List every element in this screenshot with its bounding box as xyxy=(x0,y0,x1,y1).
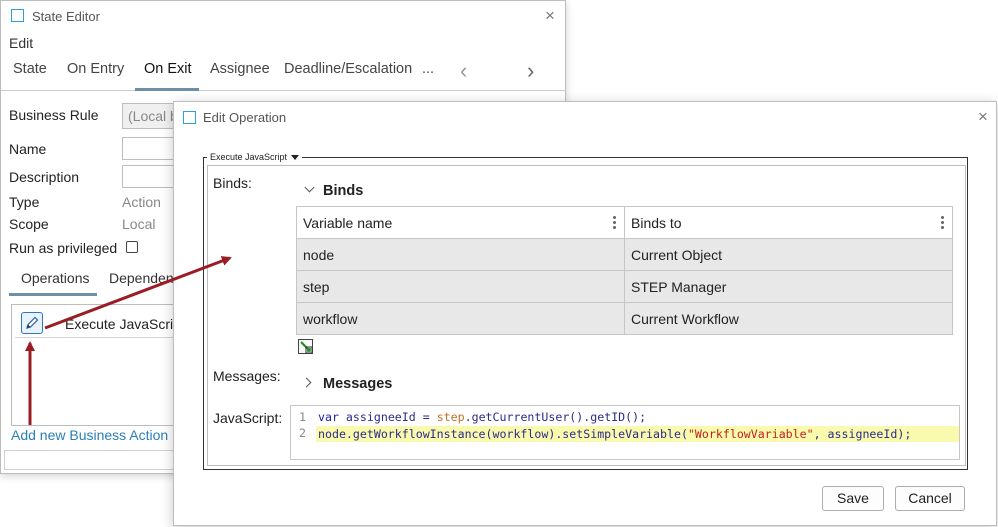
code-call: node.getWorkflowInstance(workflow).setSi… xyxy=(318,427,688,441)
binds-to-cell[interactable]: Current Workflow xyxy=(624,302,953,335)
chevron-left-icon[interactable]: ‹ xyxy=(460,60,467,82)
run-as-privileged-checkbox[interactable] xyxy=(126,241,138,253)
subtab-dependencies[interactable]: Dependen xyxy=(109,270,174,286)
subtab-operations[interactable]: Operations xyxy=(21,270,89,286)
tab-more[interactable]: ... xyxy=(422,61,434,77)
tab-deadline-escalation[interactable]: Deadline/Escalation xyxy=(284,61,412,77)
tab-bar: State On Entry On Exit Assignee Deadline… xyxy=(1,53,566,91)
window-title: State Editor xyxy=(32,9,100,24)
code-line-highlighted[interactable]: node.getWorkflowInstance(workflow).setSi… xyxy=(316,426,959,442)
javascript-editor[interactable]: 1 2 var assigneeId = step.getCurrentUser… xyxy=(290,405,960,460)
name-label: Name xyxy=(9,141,47,157)
caret-down-icon xyxy=(291,155,300,161)
pencil-icon xyxy=(26,316,39,329)
business-rule-label: Business Rule xyxy=(9,107,99,123)
edit-operation-button[interactable] xyxy=(21,312,43,334)
code-object: step xyxy=(436,410,465,424)
binds-to-cell[interactable]: Current Object xyxy=(624,238,953,271)
column-header-label: Variable name xyxy=(303,214,393,231)
active-subtab-indicator xyxy=(9,293,97,296)
window-icon xyxy=(11,9,24,22)
group-legend[interactable]: Execute JavaScript xyxy=(207,152,303,162)
description-label: Description xyxy=(9,169,80,185)
code-identifier: assigneeId = xyxy=(338,410,437,424)
run-as-privileged-label: Run as privileged xyxy=(9,240,118,256)
tab-state[interactable]: State xyxy=(13,61,47,77)
dialog-title: Edit Operation xyxy=(203,110,287,125)
edit-operation-titlebar: Edit Operation × xyxy=(174,102,996,133)
code-call: , assigneeId); xyxy=(813,427,912,441)
code-call: .getCurrentUser().getID(); xyxy=(464,410,647,424)
variable-name-cell[interactable]: workflow xyxy=(296,302,625,335)
scope-value: Local xyxy=(122,216,156,232)
table-row[interactable]: workflow Current Workflow xyxy=(296,302,953,335)
close-icon[interactable]: × xyxy=(543,7,557,24)
line-number-gutter: 1 2 xyxy=(291,406,313,459)
code-keyword: var xyxy=(318,410,339,424)
list-item[interactable]: Execute JavaScrip xyxy=(15,308,181,338)
column-header-label: Binds to xyxy=(631,214,682,231)
operation-label: Execute JavaScrip xyxy=(65,316,181,332)
table-row[interactable]: node Current Object xyxy=(296,238,953,271)
add-bind-button[interactable] xyxy=(298,339,313,354)
save-button[interactable]: Save xyxy=(822,486,884,511)
edit-operation-dialog: Edit Operation × Execute JavaScript Bind… xyxy=(173,101,997,526)
line-number: 1 xyxy=(299,410,306,424)
group-legend-label: Execute JavaScript xyxy=(210,152,288,162)
binds-to-cell[interactable]: STEP Manager xyxy=(624,270,953,303)
close-icon[interactable]: × xyxy=(976,108,990,125)
tab-on-entry[interactable]: On Entry xyxy=(67,61,124,77)
chevron-right-icon[interactable]: › xyxy=(527,60,534,82)
messages-section-header[interactable]: Messages xyxy=(323,376,392,392)
tab-assignee[interactable]: Assignee xyxy=(210,61,270,77)
variable-name-cell[interactable]: step xyxy=(296,270,625,303)
window-icon xyxy=(183,111,196,124)
state-editor-titlebar: State Editor × xyxy=(1,1,565,32)
tab-on-exit[interactable]: On Exit xyxy=(144,61,192,77)
column-menu-icon[interactable] xyxy=(613,216,616,230)
column-menu-icon[interactable] xyxy=(941,216,944,230)
menu-edit[interactable]: Edit xyxy=(9,35,33,51)
type-value: Action xyxy=(122,194,161,210)
cancel-button[interactable]: Cancel xyxy=(895,486,965,511)
add-business-action-link[interactable]: Add new Business Action xyxy=(11,427,168,443)
type-label: Type xyxy=(9,194,40,210)
javascript-label: JavaScript: xyxy=(213,410,283,426)
code-string: "WorkflowVariable" xyxy=(687,427,814,441)
messages-label: Messages: xyxy=(213,368,281,384)
table-row[interactable]: step STEP Manager xyxy=(296,270,953,303)
scope-label: Scope xyxy=(9,216,49,232)
variable-name-cell[interactable]: node xyxy=(296,238,625,271)
binds-table: Variable name Binds to node Current Obje… xyxy=(296,206,953,335)
line-number: 2 xyxy=(299,426,306,440)
column-header-variable-name[interactable]: Variable name xyxy=(296,206,625,239)
binds-section-header[interactable]: Binds xyxy=(323,183,363,199)
status-bar xyxy=(4,450,174,470)
operations-list: Execute JavaScrip xyxy=(11,304,181,426)
add-row-icon xyxy=(300,341,313,354)
binds-label: Binds: xyxy=(213,175,252,191)
column-header-binds-to[interactable]: Binds to xyxy=(624,206,953,239)
active-tab-indicator xyxy=(135,88,199,91)
table-header-row: Variable name Binds to xyxy=(296,206,953,239)
code-line[interactable]: var assigneeId = step.getCurrentUser().g… xyxy=(316,409,959,425)
